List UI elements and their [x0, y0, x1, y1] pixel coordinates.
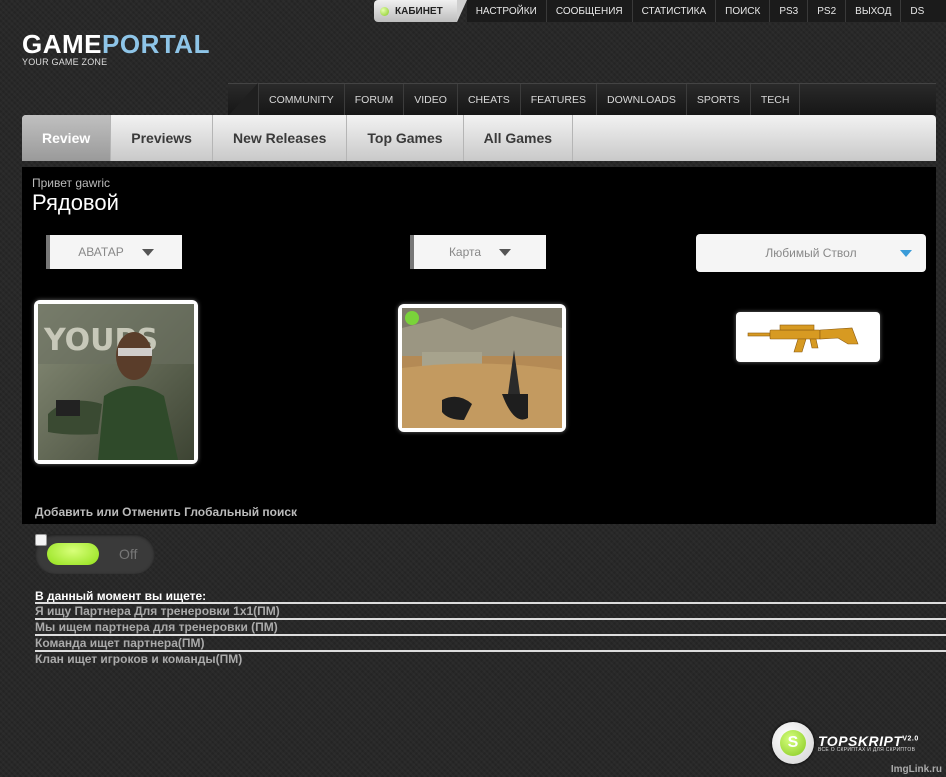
topskript-logo-icon: S: [772, 722, 814, 764]
nav-video[interactable]: VIDEO: [404, 84, 458, 115]
chevron-down-icon: [900, 249, 912, 257]
link-ps2[interactable]: PS2: [808, 0, 847, 22]
seeking-title: В данный момент вы ищете:: [35, 589, 207, 603]
topskript-badge[interactable]: S TOPSKRIPTV2.0 ВСЕ О СКРИПТАХ И ДЛЯ СКР…: [772, 722, 919, 764]
user-bar: КАБИНЕТ НАСТРОЙКИ СООБЩЕНИЯ СТАТИСТИКА П…: [374, 0, 946, 24]
nav-sports[interactable]: SPORTS: [687, 84, 751, 115]
profile-panel: Привет gawric Рядовой АВАТАР Карта Любим…: [22, 167, 936, 524]
imglink-watermark: ImgLink.ru: [890, 764, 942, 775]
seeking-item[interactable]: Я ищу Партнера Для тренеровки 1х1(ПМ): [35, 602, 946, 618]
rifle-icon: [740, 316, 876, 358]
tab-new-releases[interactable]: New Releases: [213, 115, 348, 161]
seeking-list: Я ищу Партнера Для тренеровки 1х1(ПМ) Мы…: [35, 602, 946, 666]
topskript-letter: S: [780, 730, 806, 756]
nav-cheats[interactable]: CHEATS: [458, 84, 521, 115]
link-ps3[interactable]: PS3: [770, 0, 809, 22]
nav-features[interactable]: FEATURES: [521, 84, 597, 115]
main-tabs: Review Previews New Releases Top Games A…: [22, 115, 936, 161]
greeting-text: Привет gawric: [32, 176, 111, 190]
topskript-subtitle: ВСЕ О СКРИПТАХ И ДЛЯ СКРИПТОВ: [818, 747, 916, 753]
map-image[interactable]: [398, 304, 566, 432]
link-search[interactable]: ПОИСК: [716, 0, 771, 22]
tab-all-games[interactable]: All Games: [464, 115, 574, 161]
link-ds[interactable]: DS: [901, 0, 933, 22]
weapon-select-label: Любимый Ствол: [765, 246, 857, 260]
logo-portal: PORTAL: [102, 29, 210, 59]
toggle-knob[interactable]: [47, 543, 99, 565]
tab-top-games[interactable]: Top Games: [347, 115, 464, 161]
cabinet-label: КАБИНЕТ: [395, 5, 443, 17]
seeking-item[interactable]: Мы ищем партнера для тренеровки (ПМ): [35, 618, 946, 634]
avatar-select[interactable]: АВАТАР: [46, 235, 182, 269]
online-status-icon: [380, 6, 389, 16]
map-select-label: Карта: [448, 245, 482, 259]
nav-downloads[interactable]: DOWNLOADS: [597, 84, 687, 115]
user-links: НАСТРОЙКИ СООБЩЕНИЯ СТАТИСТИКА ПОИСК PS3…: [466, 0, 946, 22]
avatar-image[interactable]: YOUPS: [34, 300, 198, 464]
nav-tech[interactable]: TECH: [751, 84, 801, 115]
rank-title: Рядовой: [32, 190, 119, 215]
chevron-down-icon: [499, 248, 512, 256]
logo-game: GAME: [22, 29, 102, 59]
link-logout[interactable]: ВЫХОД: [846, 0, 902, 22]
weapon-image[interactable]: [736, 312, 880, 362]
global-search-toggle[interactable]: Off: [35, 534, 155, 574]
global-search-label: Добавить или Отменить Глобальный поиск: [35, 505, 298, 519]
site-logo[interactable]: GAMEPORTAL YOUR GAME ZONE: [22, 30, 210, 67]
seeking-item[interactable]: Клан ищет игроков и команды(ПМ): [35, 650, 946, 666]
link-statistics[interactable]: СТАТИСТИКА: [633, 0, 717, 22]
category-nav: COMMUNITY FORUM VIDEO CHEATS FEATURES DO…: [228, 83, 936, 116]
map-picture: [402, 308, 562, 428]
tab-review[interactable]: Review: [22, 115, 112, 161]
chevron-down-icon: [141, 248, 154, 256]
seeking-item[interactable]: Команда ищет партнера(ПМ): [35, 634, 946, 650]
tab-previews[interactable]: Previews: [111, 115, 213, 161]
link-settings[interactable]: НАСТРОЙКИ: [467, 0, 547, 22]
toggle-state-label: Off: [119, 546, 138, 562]
global-search-checkbox[interactable]: [35, 534, 47, 546]
topskript-version: V2.0: [902, 735, 919, 743]
nav-community[interactable]: COMMUNITY: [258, 84, 345, 115]
avatar-select-label: АВАТАР: [78, 245, 124, 259]
weapon-select[interactable]: Любимый Ствол: [696, 234, 926, 272]
map-select[interactable]: Карта: [410, 235, 546, 269]
cabinet-button[interactable]: КАБИНЕТ: [374, 0, 467, 22]
link-messages[interactable]: СООБЩЕНИЯ: [547, 0, 633, 22]
nav-forum[interactable]: FORUM: [345, 84, 405, 115]
avatar-picture: YOUPS: [38, 304, 194, 460]
